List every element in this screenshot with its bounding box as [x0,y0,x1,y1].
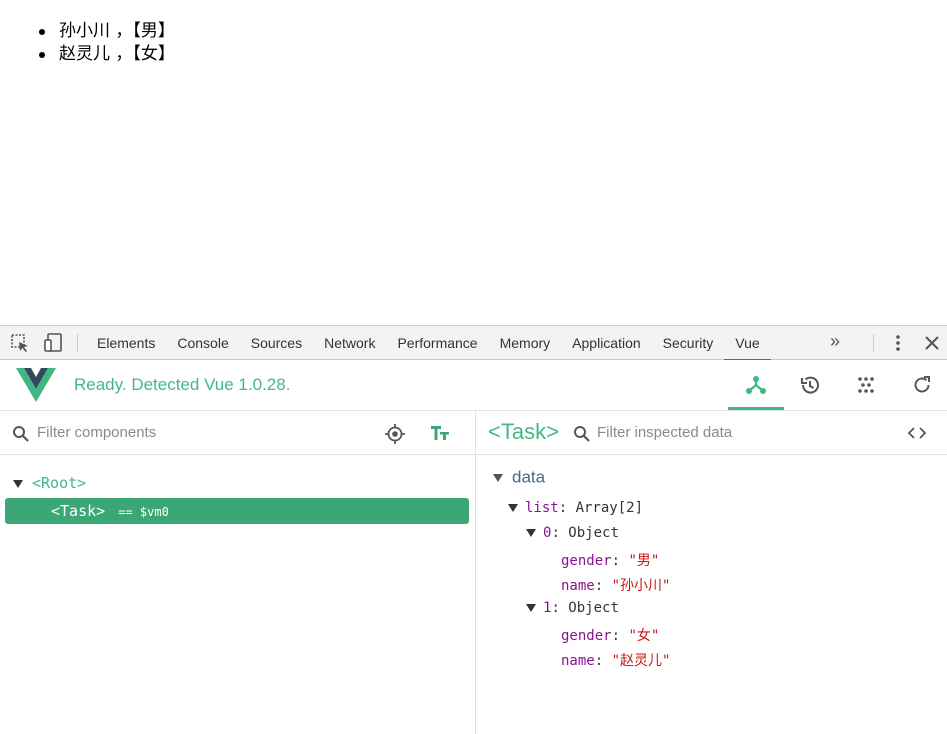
vue-status-text: Ready. Detected Vue 1.0.28. [74,375,291,394]
kebab-menu-icon[interactable] [886,331,910,355]
history-icon[interactable] [782,360,838,410]
tab-sources[interactable]: Sources [240,326,313,360]
inspect-element-icon[interactable] [8,331,32,355]
search-icon [12,425,30,447]
data-row-gender: gender: "男" [561,553,660,569]
student-list: 孙小川 ，【男】 赵灵儿 ，【女】 [34,20,175,66]
data-row-item-1[interactable]: 1: Object [526,600,619,616]
inspected-component-name: <Task> [488,419,559,444]
list-item: 赵灵儿 ，【女】 [34,43,175,66]
data-row-list[interactable]: list: Array[2] [508,500,643,516]
components-filter-bar [0,411,475,455]
refresh-icon[interactable] [894,360,947,410]
vue-logo-icon [16,368,56,406]
inspector-pane: <Task> data list: Array[2] 0: [476,411,947,734]
tree-node-task[interactable]: <Task> == $vm0 [5,498,469,524]
tab-vue[interactable]: Vue [724,326,772,361]
devtools-panel: Elements Console Sources Network Perform… [0,325,947,734]
tree-node-root[interactable]: <Root> [13,470,86,496]
tab-memory[interactable]: Memory [489,326,562,360]
filter-components-input[interactable] [37,424,337,441]
expand-triangle-icon[interactable] [526,529,536,537]
expand-triangle-icon[interactable] [13,479,23,488]
format-names-icon[interactable] [430,424,450,446]
page-content: 孙小川 ，【男】 赵灵儿 ，【女】 [0,0,947,325]
vm-reference: == $vm0 [118,505,169,519]
events-icon[interactable] [838,360,894,410]
search-icon [573,425,591,447]
expand-triangle-icon[interactable] [493,473,503,482]
data-row-name: name: "赵灵儿" [561,653,671,669]
tab-performance[interactable]: Performance [386,326,488,360]
vue-devtools-header: Ready. Detected Vue 1.0.28. [0,360,947,411]
more-tabs-button[interactable]: » [830,331,840,352]
components-pane: <Root> <Task> == $vm0 [0,411,476,734]
data-section-header[interactable]: data [493,467,545,487]
device-toolbar-icon[interactable] [42,331,66,355]
tab-application[interactable]: Application [561,326,652,360]
tab-console[interactable]: Console [166,326,239,360]
expand-triangle-icon[interactable] [508,504,518,512]
data-row-item-0[interactable]: 0: Object [526,525,619,541]
inspector-header: <Task> [476,411,947,455]
tab-elements[interactable]: Elements [86,326,166,360]
data-row-gender: gender: "女" [561,628,660,644]
devtools-tabbar: Elements Console Sources Network Perform… [0,326,947,361]
filter-data-input[interactable] [597,424,857,441]
expand-triangle-icon[interactable] [526,604,536,612]
components-icon[interactable] [728,360,784,410]
tab-security[interactable]: Security [652,326,725,360]
devtools-tabs: Elements Console Sources Network Perform… [86,326,772,361]
close-icon[interactable] [920,331,944,355]
data-row-name: name: "孙小川" [561,578,671,594]
select-component-icon[interactable] [384,423,406,449]
tab-network[interactable]: Network [313,326,386,360]
list-item: 孙小川 ，【男】 [34,20,175,43]
inspect-dom-icon[interactable] [907,424,927,446]
